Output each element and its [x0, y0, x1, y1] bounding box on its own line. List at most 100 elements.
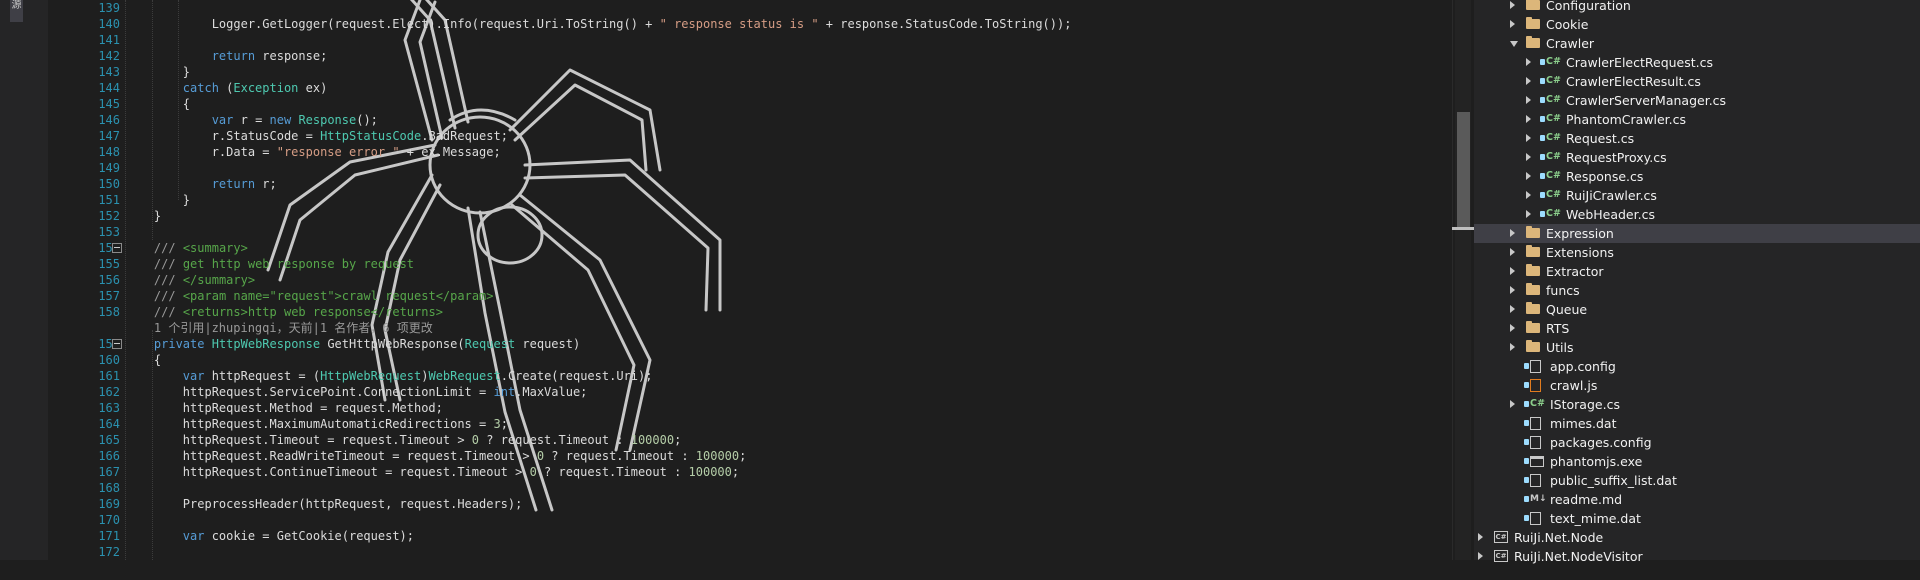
code-line: /// </summary> [153, 273, 256, 287]
collapse-region-icon[interactable] [112, 339, 122, 349]
tree-file-item[interactable]: C# PhantomCrawler.cs [1474, 110, 1920, 129]
collapsed-arrow-icon[interactable] [1526, 77, 1531, 85]
line-number: 158 [98, 305, 120, 319]
tree-folder-item[interactable]: Configuration [1474, 0, 1920, 15]
collapsed-arrow-icon[interactable] [1526, 58, 1531, 66]
tree-file-item[interactable]: C# Request.cs [1474, 129, 1920, 148]
line-number: 166 [98, 449, 120, 463]
collapsed-arrow-icon[interactable] [1510, 1, 1515, 9]
tree-folder-item[interactable]: Extensions [1474, 243, 1920, 262]
tree-folder-item[interactable]: RTS [1474, 319, 1920, 338]
csharp-file-icon: C# [1546, 113, 1561, 124]
collapsed-arrow-icon[interactable] [1526, 191, 1531, 199]
tree-item-label: IStorage.cs [1550, 397, 1620, 412]
collapsed-arrow-icon[interactable] [1526, 172, 1531, 180]
tree-item-label: public_suffix_list.dat [1550, 473, 1677, 488]
source-control-lock-icon [1540, 97, 1545, 103]
tree-file-item[interactable]: C# CrawlerServerManager.cs [1474, 91, 1920, 110]
line-number: 144 [98, 81, 120, 95]
tree-folder-item[interactable]: Crawler [1474, 34, 1920, 53]
tree-project-item[interactable]: C# RuiJi.Net.Node [1474, 528, 1920, 547]
folder-icon [1526, 245, 1540, 257]
line-number: 152 [98, 209, 120, 223]
code-line: httpRequest.ContinueTimeout = request.Ti… [125, 465, 740, 479]
source-control-lock-icon [1524, 496, 1529, 502]
line-number: 157 [98, 289, 120, 303]
collapsed-arrow-icon[interactable] [1526, 153, 1531, 161]
tree-file-item[interactable]: C# Response.cs [1474, 167, 1920, 186]
collapsed-arrow-icon[interactable] [1510, 248, 1515, 256]
tree-file-item[interactable]: M↓ readme.md [1474, 490, 1920, 509]
code-line: } [125, 193, 191, 207]
file-icon [1530, 417, 1541, 430]
source-control-tab[interactable]: 源 [10, 0, 23, 22]
collapse-region-icon[interactable] [112, 243, 122, 253]
source-control-lock-icon [1540, 211, 1545, 217]
markdown-file-icon: M↓ [1530, 494, 1547, 504]
collapsed-arrow-icon[interactable] [1526, 210, 1531, 218]
tree-folder-item[interactable]: Expression [1474, 224, 1920, 243]
collapsed-arrow-icon[interactable] [1510, 400, 1515, 408]
line-number: 141 [98, 33, 120, 47]
tree-folder-item[interactable]: Utils [1474, 338, 1920, 357]
csharp-file-icon: C# [1546, 151, 1561, 162]
tree-file-item[interactable]: C# CrawlerElectRequest.cs [1474, 53, 1920, 72]
scrollbar-track[interactable] [1455, 0, 1471, 560]
source-control-lock-icon [1524, 420, 1529, 426]
collapsed-arrow-icon[interactable] [1526, 96, 1531, 104]
collapsed-arrow-icon[interactable] [1478, 533, 1483, 541]
tree-file-item[interactable]: crawl.js [1474, 376, 1920, 395]
collapsed-arrow-icon[interactable] [1510, 343, 1515, 351]
codelens-annotation[interactable]: 1 个引用|zhupingqi，天前|1 名作者，6 项更改 [125, 320, 433, 336]
tree-item-label: text_mime.dat [1550, 511, 1641, 526]
tree-folder-item[interactable]: Extractor [1474, 262, 1920, 281]
tree-file-item[interactable]: text_mime.dat [1474, 509, 1920, 528]
executable-file-icon [1530, 456, 1544, 467]
code-line: httpRequest.ReadWriteTimeout = request.T… [125, 449, 747, 463]
tree-file-item[interactable]: C# WebHeader.cs [1474, 205, 1920, 224]
tree-item-label: Extractor [1546, 264, 1604, 279]
tree-item-label: crawl.js [1550, 378, 1598, 393]
collapsed-arrow-icon[interactable] [1526, 134, 1531, 142]
collapsed-arrow-icon[interactable] [1510, 286, 1515, 294]
source-control-lock-icon [1524, 401, 1529, 407]
source-control-lock-icon [1540, 59, 1545, 65]
collapsed-arrow-icon[interactable] [1478, 552, 1483, 560]
tree-file-item[interactable]: C# CrawlerElectResult.cs [1474, 72, 1920, 91]
tree-item-label: Request.cs [1566, 131, 1635, 146]
tree-folder-item[interactable]: Queue [1474, 300, 1920, 319]
collapsed-arrow-icon[interactable] [1510, 20, 1515, 28]
tree-project-item[interactable]: C# RuiJi.Net.NodeVisitor [1474, 547, 1920, 566]
tree-file-item[interactable]: app.config [1474, 357, 1920, 376]
indent-guide [125, 0, 126, 560]
tree-file-item[interactable]: C# IStorage.cs [1474, 395, 1920, 414]
source-control-lock-icon [1540, 78, 1545, 84]
tree-item-label: CrawlerElectRequest.cs [1566, 55, 1714, 70]
line-number: 170 [98, 513, 120, 527]
csharp-file-icon: C# [1546, 75, 1561, 86]
tree-item-label: Expression [1546, 226, 1614, 241]
tree-file-item[interactable]: mimes.dat [1474, 414, 1920, 433]
collapsed-arrow-icon[interactable] [1510, 305, 1515, 313]
csharp-file-icon: C# [1530, 398, 1545, 409]
line-number: 143 [98, 65, 120, 79]
folder-icon [1526, 264, 1540, 276]
tree-file-item[interactable]: public_suffix_list.dat [1474, 471, 1920, 490]
tree-folder-item[interactable]: Cookie [1474, 15, 1920, 34]
collapsed-arrow-icon[interactable] [1510, 267, 1515, 275]
collapsed-arrow-icon[interactable] [1510, 324, 1515, 332]
tree-file-item[interactable]: phantomjs.exe [1474, 452, 1920, 471]
collapsed-arrow-icon[interactable] [1526, 115, 1531, 123]
collapsed-arrow-icon[interactable] [1510, 229, 1515, 237]
tree-file-item[interactable]: C# RequestProxy.cs [1474, 148, 1920, 167]
tree-file-item[interactable]: C# RuiJiCrawler.cs [1474, 186, 1920, 205]
scrollbar-thumb[interactable] [1457, 112, 1470, 227]
tree-item-label: Configuration [1546, 0, 1631, 13]
code-line: catch (Exception ex) [182, 81, 328, 95]
file-icon [1530, 512, 1541, 525]
tree-folder-item[interactable]: funcs [1474, 281, 1920, 300]
tree-file-item[interactable]: packages.config [1474, 433, 1920, 452]
expanded-arrow-icon[interactable] [1510, 41, 1518, 47]
line-number: 151 [98, 193, 120, 207]
line-number: 163 [98, 401, 120, 415]
